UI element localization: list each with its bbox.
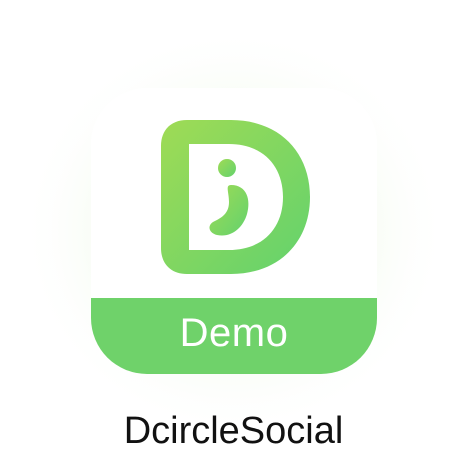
app-logo [91, 88, 377, 300]
letter-d-logo-icon [161, 120, 310, 274]
demo-badge-band: Demo [91, 298, 377, 374]
app-icon[interactable]: Demo [91, 88, 377, 374]
home-screen: Demo DcircleSocial [0, 0, 467, 468]
demo-badge-label: Demo [179, 311, 289, 355]
app-name-label[interactable]: DcircleSocial [0, 412, 467, 450]
